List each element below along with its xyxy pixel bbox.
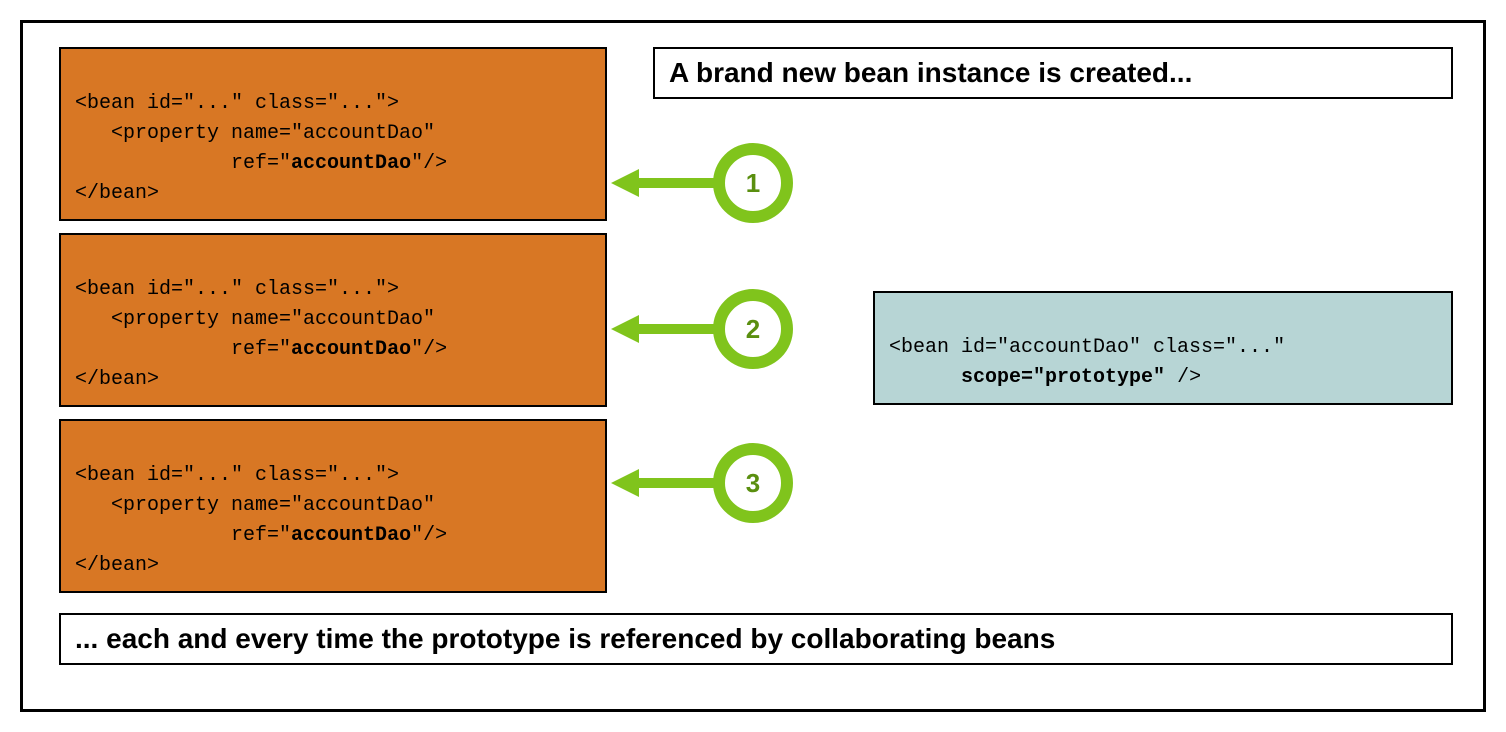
- proto-line1: <bean id="accountDao" class="...": [889, 336, 1285, 359]
- bean3-line2: <property name="accountDao": [75, 494, 435, 517]
- circle-3-num: 3: [746, 468, 760, 499]
- prototype-box: <bean id="accountDao" class="..." scope=…: [873, 291, 1453, 405]
- bean2-line4: </bean>: [75, 368, 159, 391]
- circle-1-num: 1: [746, 168, 760, 199]
- bean1-line3b: accountDao: [291, 152, 411, 175]
- bean1-line1: <bean id="..." class="...">: [75, 92, 399, 115]
- arrow-3: [609, 463, 729, 503]
- bean1-line3a: ref=": [75, 152, 291, 175]
- proto-line2b: scope="prototype": [961, 366, 1165, 389]
- proto-line2c: />: [1165, 366, 1201, 389]
- heading-bottom: ... each and every time the prototype is…: [59, 613, 1453, 665]
- arrow-2: [609, 309, 729, 349]
- bean3-line3a: ref=": [75, 524, 291, 547]
- bean3-line3b: accountDao: [291, 524, 411, 547]
- bean2-line1: <bean id="..." class="...">: [75, 278, 399, 301]
- heading-top: A brand new bean instance is created...: [653, 47, 1453, 99]
- bean-box-1: <bean id="..." class="..."> <property na…: [59, 47, 607, 221]
- bean2-line3c: "/>: [411, 338, 447, 361]
- bean3-line4: </bean>: [75, 554, 159, 577]
- bean2-line3b: accountDao: [291, 338, 411, 361]
- bean1-line3c: "/>: [411, 152, 447, 175]
- heading-top-text: A brand new bean instance is created...: [669, 57, 1192, 88]
- proto-line2a: [889, 366, 961, 389]
- bean3-line1: <bean id="..." class="...">: [75, 464, 399, 487]
- circle-2-num: 2: [746, 314, 760, 345]
- bean-box-2: <bean id="..." class="..."> <property na…: [59, 233, 607, 407]
- heading-bottom-text: ... each and every time the prototype is…: [75, 623, 1055, 654]
- bean3-line3c: "/>: [411, 524, 447, 547]
- bean2-line3a: ref=": [75, 338, 291, 361]
- arrow-1: [609, 163, 729, 203]
- bean2-line2: <property name="accountDao": [75, 308, 435, 331]
- diagram-container: A brand new bean instance is created... …: [20, 20, 1486, 712]
- bean-box-3: <bean id="..." class="..."> <property na…: [59, 419, 607, 593]
- bean1-line4: </bean>: [75, 182, 159, 205]
- bean1-line2: <property name="accountDao": [75, 122, 435, 145]
